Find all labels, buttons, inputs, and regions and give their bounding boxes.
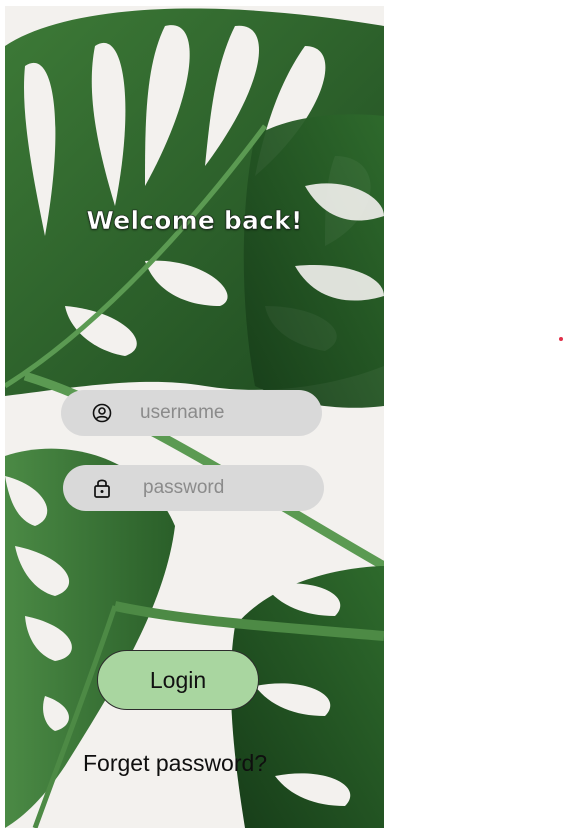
password-field[interactable] [63,465,324,511]
lock-icon [91,477,113,499]
user-circle-icon [91,402,113,424]
login-button[interactable]: Login [97,650,259,710]
forget-password-link[interactable]: Forget password? [83,750,267,777]
username-input[interactable] [140,390,310,436]
stray-dot [559,337,563,341]
password-input[interactable] [143,465,313,511]
welcome-title: Welcome back! [86,206,303,236]
username-field[interactable] [61,390,322,436]
login-screen: Welcome back! Login Forget password? [5,6,384,828]
